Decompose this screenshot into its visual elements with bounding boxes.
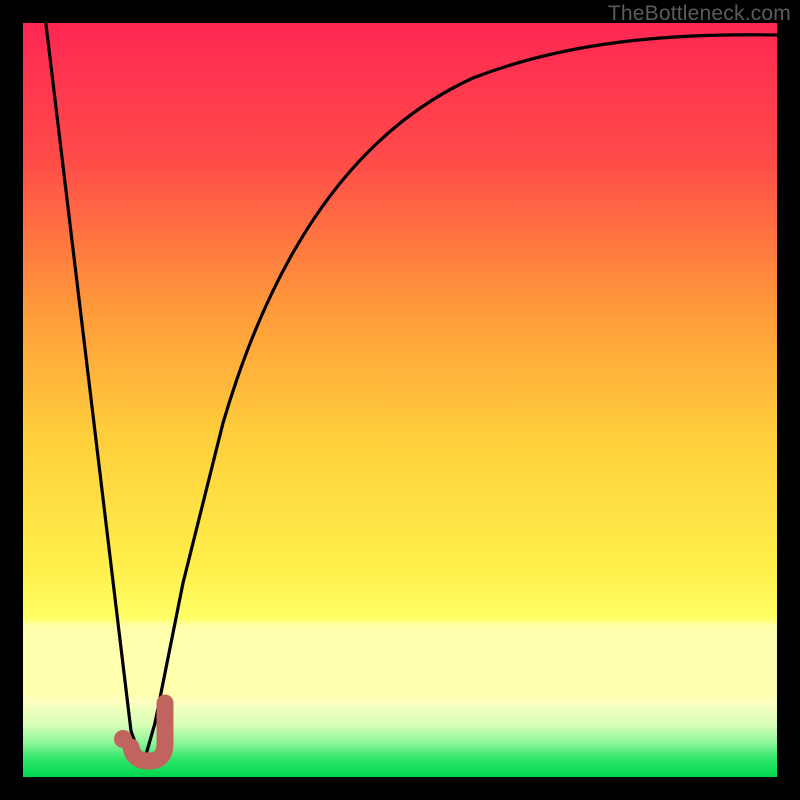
- watermark-text: TheBottleneck.com: [608, 2, 791, 26]
- optimal-marker-dot: [114, 730, 132, 748]
- gradient-background: [23, 23, 777, 777]
- plot-area: [23, 23, 777, 777]
- outer-frame: TheBottleneck.com: [0, 0, 800, 800]
- plot-svg: [23, 23, 777, 777]
